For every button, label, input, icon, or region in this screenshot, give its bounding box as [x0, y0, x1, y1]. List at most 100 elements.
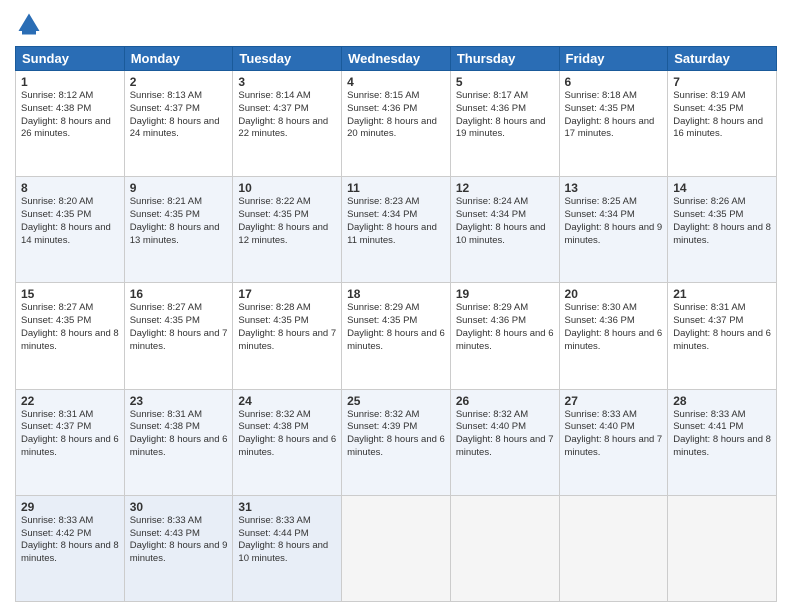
logo: [15, 10, 47, 38]
calendar-body: 1Sunrise: 8:12 AMSunset: 4:38 PMDaylight…: [16, 71, 777, 602]
day-number: 15: [21, 287, 119, 301]
day-header: Wednesday: [342, 47, 451, 71]
day-number: 8: [21, 181, 119, 195]
day-number: 9: [130, 181, 228, 195]
calendar-cell: 3Sunrise: 8:14 AMSunset: 4:37 PMDaylight…: [233, 71, 342, 177]
cell-text: Sunrise: 8:32 AMSunset: 4:38 PMDaylight:…: [238, 409, 336, 458]
day-header: Monday: [124, 47, 233, 71]
calendar-cell: 12Sunrise: 8:24 AMSunset: 4:34 PMDayligh…: [450, 177, 559, 283]
day-number: 25: [347, 394, 445, 408]
day-number: 21: [673, 287, 771, 301]
header: [15, 10, 777, 38]
page: SundayMondayTuesdayWednesdayThursdayFrid…: [0, 0, 792, 612]
day-number: 4: [347, 75, 445, 89]
calendar-week-row: 1Sunrise: 8:12 AMSunset: 4:38 PMDaylight…: [16, 71, 777, 177]
cell-text: Sunrise: 8:22 AMSunset: 4:35 PMDaylight:…: [238, 196, 328, 245]
day-number: 13: [565, 181, 663, 195]
calendar-cell: 25Sunrise: 8:32 AMSunset: 4:39 PMDayligh…: [342, 389, 451, 495]
calendar-week-row: 22Sunrise: 8:31 AMSunset: 4:37 PMDayligh…: [16, 389, 777, 495]
day-number: 3: [238, 75, 336, 89]
calendar-cell: 18Sunrise: 8:29 AMSunset: 4:35 PMDayligh…: [342, 283, 451, 389]
day-number: 11: [347, 181, 445, 195]
cell-text: Sunrise: 8:33 AMSunset: 4:44 PMDaylight:…: [238, 515, 328, 564]
cell-text: Sunrise: 8:23 AMSunset: 4:34 PMDaylight:…: [347, 196, 437, 245]
day-number: 23: [130, 394, 228, 408]
cell-text: Sunrise: 8:33 AMSunset: 4:41 PMDaylight:…: [673, 409, 771, 458]
cell-text: Sunrise: 8:29 AMSunset: 4:36 PMDaylight:…: [456, 302, 554, 351]
day-number: 16: [130, 287, 228, 301]
cell-text: Sunrise: 8:33 AMSunset: 4:42 PMDaylight:…: [21, 515, 119, 564]
day-number: 7: [673, 75, 771, 89]
cell-text: Sunrise: 8:19 AMSunset: 4:35 PMDaylight:…: [673, 90, 763, 139]
cell-text: Sunrise: 8:15 AMSunset: 4:36 PMDaylight:…: [347, 90, 437, 139]
cell-text: Sunrise: 8:33 AMSunset: 4:40 PMDaylight:…: [565, 409, 663, 458]
calendar-cell: 24Sunrise: 8:32 AMSunset: 4:38 PMDayligh…: [233, 389, 342, 495]
calendar-cell: 9Sunrise: 8:21 AMSunset: 4:35 PMDaylight…: [124, 177, 233, 283]
calendar-cell: 30Sunrise: 8:33 AMSunset: 4:43 PMDayligh…: [124, 495, 233, 601]
calendar-cell: 1Sunrise: 8:12 AMSunset: 4:38 PMDaylight…: [16, 71, 125, 177]
cell-text: Sunrise: 8:21 AMSunset: 4:35 PMDaylight:…: [130, 196, 220, 245]
calendar-cell: 4Sunrise: 8:15 AMSunset: 4:36 PMDaylight…: [342, 71, 451, 177]
cell-text: Sunrise: 8:14 AMSunset: 4:37 PMDaylight:…: [238, 90, 328, 139]
cell-text: Sunrise: 8:28 AMSunset: 4:35 PMDaylight:…: [238, 302, 336, 351]
calendar-cell: [450, 495, 559, 601]
calendar-cell: 19Sunrise: 8:29 AMSunset: 4:36 PMDayligh…: [450, 283, 559, 389]
calendar-cell: 28Sunrise: 8:33 AMSunset: 4:41 PMDayligh…: [668, 389, 777, 495]
calendar-cell: 5Sunrise: 8:17 AMSunset: 4:36 PMDaylight…: [450, 71, 559, 177]
day-number: 18: [347, 287, 445, 301]
day-number: 14: [673, 181, 771, 195]
day-number: 17: [238, 287, 336, 301]
cell-text: Sunrise: 8:26 AMSunset: 4:35 PMDaylight:…: [673, 196, 771, 245]
cell-text: Sunrise: 8:29 AMSunset: 4:35 PMDaylight:…: [347, 302, 445, 351]
cell-text: Sunrise: 8:32 AMSunset: 4:40 PMDaylight:…: [456, 409, 554, 458]
day-number: 19: [456, 287, 554, 301]
calendar-week-row: 15Sunrise: 8:27 AMSunset: 4:35 PMDayligh…: [16, 283, 777, 389]
calendar-week-row: 29Sunrise: 8:33 AMSunset: 4:42 PMDayligh…: [16, 495, 777, 601]
day-header-row: SundayMondayTuesdayWednesdayThursdayFrid…: [16, 47, 777, 71]
day-number: 10: [238, 181, 336, 195]
day-number: 29: [21, 500, 119, 514]
calendar-cell: 2Sunrise: 8:13 AMSunset: 4:37 PMDaylight…: [124, 71, 233, 177]
cell-text: Sunrise: 8:31 AMSunset: 4:38 PMDaylight:…: [130, 409, 228, 458]
calendar-cell: 6Sunrise: 8:18 AMSunset: 4:35 PMDaylight…: [559, 71, 668, 177]
calendar-cell: 23Sunrise: 8:31 AMSunset: 4:38 PMDayligh…: [124, 389, 233, 495]
calendar-cell: 17Sunrise: 8:28 AMSunset: 4:35 PMDayligh…: [233, 283, 342, 389]
cell-text: Sunrise: 8:25 AMSunset: 4:34 PMDaylight:…: [565, 196, 663, 245]
calendar-cell: 7Sunrise: 8:19 AMSunset: 4:35 PMDaylight…: [668, 71, 777, 177]
calendar-cell: 22Sunrise: 8:31 AMSunset: 4:37 PMDayligh…: [16, 389, 125, 495]
day-number: 5: [456, 75, 554, 89]
calendar-week-row: 8Sunrise: 8:20 AMSunset: 4:35 PMDaylight…: [16, 177, 777, 283]
cell-text: Sunrise: 8:31 AMSunset: 4:37 PMDaylight:…: [21, 409, 119, 458]
cell-text: Sunrise: 8:18 AMSunset: 4:35 PMDaylight:…: [565, 90, 655, 139]
calendar-cell: 29Sunrise: 8:33 AMSunset: 4:42 PMDayligh…: [16, 495, 125, 601]
day-number: 2: [130, 75, 228, 89]
day-number: 28: [673, 394, 771, 408]
calendar-table: SundayMondayTuesdayWednesdayThursdayFrid…: [15, 46, 777, 602]
cell-text: Sunrise: 8:33 AMSunset: 4:43 PMDaylight:…: [130, 515, 228, 564]
day-number: 1: [21, 75, 119, 89]
cell-text: Sunrise: 8:30 AMSunset: 4:36 PMDaylight:…: [565, 302, 663, 351]
calendar-cell: 21Sunrise: 8:31 AMSunset: 4:37 PMDayligh…: [668, 283, 777, 389]
day-header: Saturday: [668, 47, 777, 71]
calendar-cell: 16Sunrise: 8:27 AMSunset: 4:35 PMDayligh…: [124, 283, 233, 389]
cell-text: Sunrise: 8:27 AMSunset: 4:35 PMDaylight:…: [21, 302, 119, 351]
calendar-cell: 10Sunrise: 8:22 AMSunset: 4:35 PMDayligh…: [233, 177, 342, 283]
day-number: 27: [565, 394, 663, 408]
cell-text: Sunrise: 8:12 AMSunset: 4:38 PMDaylight:…: [21, 90, 111, 139]
calendar-cell: 26Sunrise: 8:32 AMSunset: 4:40 PMDayligh…: [450, 389, 559, 495]
day-number: 12: [456, 181, 554, 195]
calendar-cell: [342, 495, 451, 601]
day-number: 26: [456, 394, 554, 408]
cell-text: Sunrise: 8:24 AMSunset: 4:34 PMDaylight:…: [456, 196, 546, 245]
calendar-cell: [559, 495, 668, 601]
cell-text: Sunrise: 8:27 AMSunset: 4:35 PMDaylight:…: [130, 302, 228, 351]
day-number: 6: [565, 75, 663, 89]
day-number: 30: [130, 500, 228, 514]
calendar-cell: 15Sunrise: 8:27 AMSunset: 4:35 PMDayligh…: [16, 283, 125, 389]
day-number: 22: [21, 394, 119, 408]
day-header: Friday: [559, 47, 668, 71]
day-number: 20: [565, 287, 663, 301]
cell-text: Sunrise: 8:13 AMSunset: 4:37 PMDaylight:…: [130, 90, 220, 139]
day-header: Tuesday: [233, 47, 342, 71]
calendar-cell: 8Sunrise: 8:20 AMSunset: 4:35 PMDaylight…: [16, 177, 125, 283]
